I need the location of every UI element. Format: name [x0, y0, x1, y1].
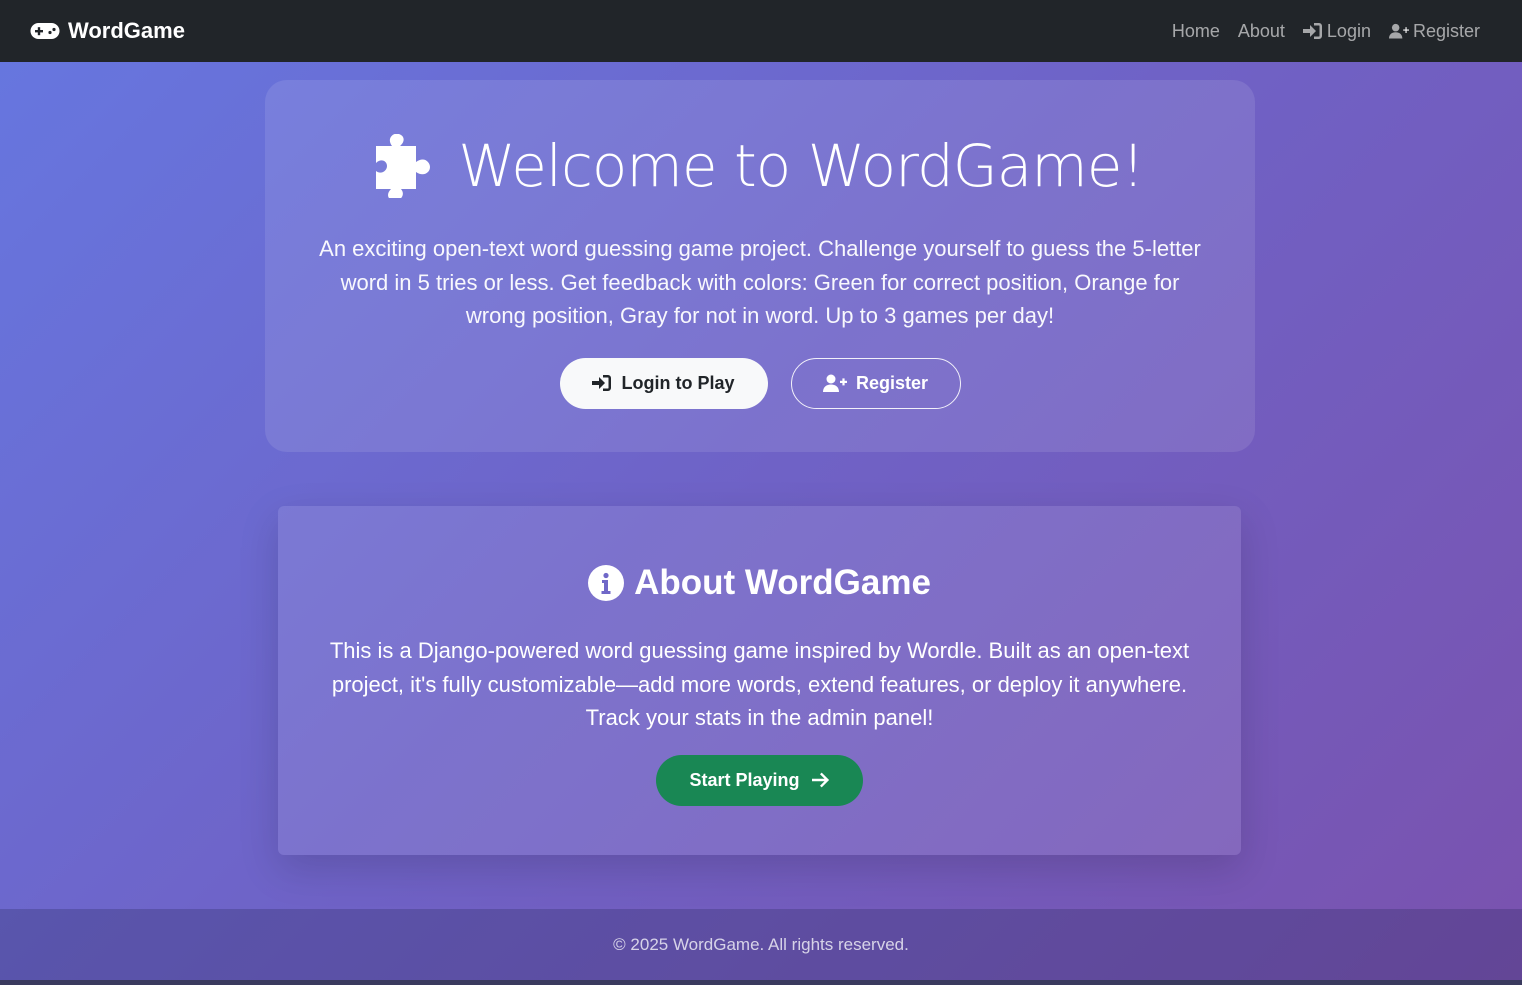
sign-in-icon	[1302, 23, 1322, 39]
nav-about-label: About	[1237, 20, 1285, 41]
nav-register-link[interactable]: Register	[1388, 20, 1480, 42]
register-button[interactable]: Register	[790, 357, 961, 409]
footer-copyright: © 2025 WordGame. All rights reserved.	[613, 934, 909, 954]
about-card: About WordGame This is a Django-powered …	[278, 506, 1241, 855]
page-bottom-border	[0, 980, 1522, 985]
start-playing-button[interactable]: Start Playing	[656, 754, 863, 806]
puzzle-icon	[376, 134, 431, 198]
nav-about-link[interactable]: About	[1238, 21, 1285, 42]
register-label: Register	[855, 372, 929, 393]
nav-login-link[interactable]: Login	[1302, 20, 1371, 42]
info-circle-icon	[588, 565, 625, 601]
nav-links: Home About Login Register	[1172, 21, 1480, 42]
brand-link[interactable]: WordGame	[30, 18, 185, 44]
start-playing-label: Start Playing	[689, 769, 800, 790]
nav-home-link[interactable]: Home	[1172, 21, 1220, 42]
sign-in-icon	[592, 375, 612, 391]
about-description: This is a Django-powered word guessing g…	[329, 638, 1190, 730]
about-heading: About WordGame	[278, 562, 1241, 604]
nav-login-label: Login	[1326, 20, 1371, 41]
hero-section: Welcome to WordGame! An exciting open-te…	[265, 80, 1255, 452]
login-to-play-label: Login to Play	[621, 372, 735, 393]
hero-description: An exciting open-text word guessing game…	[319, 236, 1201, 328]
login-to-play-button[interactable]: Login to Play	[559, 357, 768, 409]
arrow-right-icon	[811, 772, 829, 788]
navbar: WordGame Home About Login Register	[0, 0, 1522, 62]
hero-buttons: Login to Play Register	[265, 357, 1255, 409]
gamepad-icon	[30, 23, 60, 39]
hero-title: Welcome to WordGame!	[458, 132, 1144, 200]
nav-register-label: Register	[1412, 20, 1480, 41]
brand-name: WordGame	[68, 18, 185, 43]
nav-home-label: Home	[1171, 20, 1220, 41]
footer: © 2025 WordGame. All rights reserved.	[0, 909, 1522, 980]
user-plus-icon	[1388, 23, 1409, 39]
user-plus-icon	[822, 374, 847, 392]
hero-heading: Welcome to WordGame!	[265, 128, 1255, 204]
about-title: About WordGame	[634, 563, 931, 602]
